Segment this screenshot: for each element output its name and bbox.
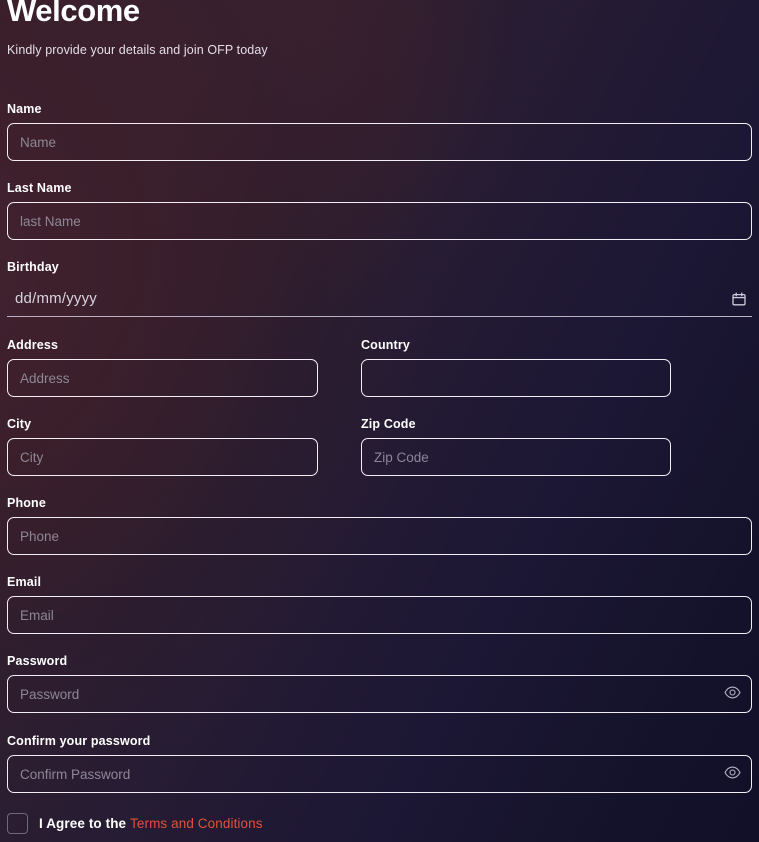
email-input[interactable]	[7, 596, 752, 634]
last-name-input[interactable]	[7, 202, 752, 240]
eye-icon	[723, 766, 741, 782]
terms-agreement-row: I Agree to the Terms and Conditions	[7, 813, 263, 834]
page-title: Welcome	[7, 0, 140, 28]
page-subtitle: Kindly provide your details and join OFP…	[7, 43, 268, 57]
password-wrapper	[7, 675, 752, 713]
password-input[interactable]	[7, 675, 752, 713]
label-password: Password	[7, 654, 68, 668]
label-email: Email	[7, 575, 42, 589]
page-header: Welcome Kindly provide your details and …	[7, 0, 268, 58]
label-birthday: Birthday	[7, 260, 59, 274]
calendar-icon[interactable]	[732, 292, 746, 306]
field-birthday: Birthday dd/mm/yyyy	[7, 260, 752, 317]
label-zip-code: Zip Code	[361, 417, 416, 431]
city-input[interactable]	[7, 438, 318, 476]
label-last-name: Last Name	[7, 181, 72, 195]
field-password: Password	[7, 654, 752, 713]
field-phone: Phone	[7, 496, 752, 555]
birthday-input[interactable]: dd/mm/yyyy	[7, 281, 752, 317]
field-last-name: Last Name	[7, 181, 752, 240]
country-input[interactable]	[361, 359, 671, 397]
field-country: Country	[361, 338, 671, 397]
birthday-value: dd/mm/yyyy	[15, 290, 98, 307]
label-confirm-password: Confirm your password	[7, 734, 151, 748]
label-address: Address	[7, 338, 59, 352]
zip-code-input[interactable]	[361, 438, 671, 476]
field-city: City	[7, 417, 318, 476]
phone-input[interactable]	[7, 517, 752, 555]
confirm-password-input[interactable]	[7, 755, 752, 793]
agree-text: I Agree to the	[39, 816, 127, 831]
label-country: Country	[361, 338, 410, 352]
field-name: Name	[7, 102, 752, 161]
field-confirm-password: Confirm your password	[7, 734, 752, 793]
confirm-password-visibility-toggle[interactable]	[722, 764, 742, 784]
signup-page: Welcome Kindly provide your details and …	[0, 0, 759, 842]
name-input[interactable]	[7, 123, 752, 161]
label-name: Name	[7, 102, 42, 116]
field-zip-code: Zip Code	[361, 417, 671, 476]
label-phone: Phone	[7, 496, 46, 510]
terms-checkbox[interactable]	[7, 813, 28, 834]
terms-and-conditions-link[interactable]: Terms and Conditions	[130, 816, 263, 831]
eye-icon	[723, 686, 741, 702]
field-email: Email	[7, 575, 752, 634]
terms-agreement-label: I Agree to the Terms and Conditions	[39, 816, 263, 831]
field-address: Address	[7, 338, 318, 397]
label-city: City	[7, 417, 32, 431]
address-input[interactable]	[7, 359, 318, 397]
confirm-password-wrapper	[7, 755, 752, 793]
password-visibility-toggle[interactable]	[722, 684, 742, 704]
